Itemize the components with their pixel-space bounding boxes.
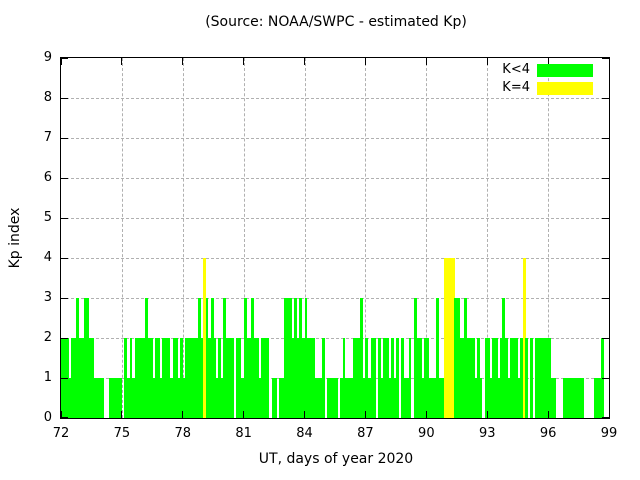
x-tick-mark [243,411,244,418]
ticks-layer [61,58,609,418]
y-tick-mark [602,178,609,179]
y-tick-mark [61,258,68,259]
x-tick-label: 81 [235,426,252,441]
x-tick-mark [304,411,305,418]
legend-row-lt4: K<4 [0,63,640,77]
y-tick-mark [602,98,609,99]
legend-swatch-lt4 [537,64,593,77]
x-tick-label: 72 [53,426,70,441]
y-tick-mark [61,58,68,59]
y-tick-label: 4 [44,250,52,266]
y-tick-mark [61,138,68,139]
legend-row-eq4: K=4 [0,81,640,95]
y-tick-label: 7 [44,130,52,146]
y-tick-label: 1 [44,370,52,386]
y-tick-mark [602,378,609,379]
x-tick-label: 84 [296,426,313,441]
x-tick-label: 96 [540,426,557,441]
y-tick-mark [602,417,609,418]
x-tick-label: 87 [357,426,374,441]
y-tick-mark [61,218,68,219]
y-tick-mark [602,338,609,339]
y-tick-label: 3 [44,290,52,306]
legend-label-lt4: K<4 [502,63,530,77]
x-tick-mark [487,411,488,418]
x-tick-mark [365,411,366,418]
y-tick-mark [61,98,68,99]
y-tick-mark [602,138,609,139]
y-tick-label: 6 [44,170,52,186]
x-tick-mark [548,411,549,418]
x-tick-label: 78 [174,426,191,441]
legend-label-eq4: K=4 [502,81,530,95]
kp-chart: (Source: NOAA/SWPC - estimated Kp) Kp in… [0,0,640,480]
y-tick-mark [61,298,68,299]
y-tick-label: 5 [44,210,52,226]
legend-swatch-eq4 [537,82,593,95]
y-tick-mark [602,218,609,219]
x-axis-label: UT, days of year 2020 [60,451,612,467]
x-tick-mark [182,411,183,418]
y-tick-mark [602,258,609,259]
y-axis-label: Kp index [7,208,23,269]
x-tick-mark [426,411,427,418]
y-tick-label: 0 [44,410,52,426]
y-tick-mark [61,417,68,418]
x-tick-label: 75 [114,426,131,441]
x-tick-label: 99 [601,426,618,441]
x-tick-label: 93 [479,426,496,441]
y-tick-label: 2 [44,330,52,346]
y-tick-mark [61,178,68,179]
x-tick-label: 90 [418,426,435,441]
y-tick-mark [602,298,609,299]
chart-title: (Source: NOAA/SWPC - estimated Kp) [60,14,612,30]
y-tick-mark [602,58,609,59]
plot-area [60,57,610,419]
y-tick-mark [61,378,68,379]
x-tick-mark [121,411,122,418]
y-tick-mark [61,338,68,339]
